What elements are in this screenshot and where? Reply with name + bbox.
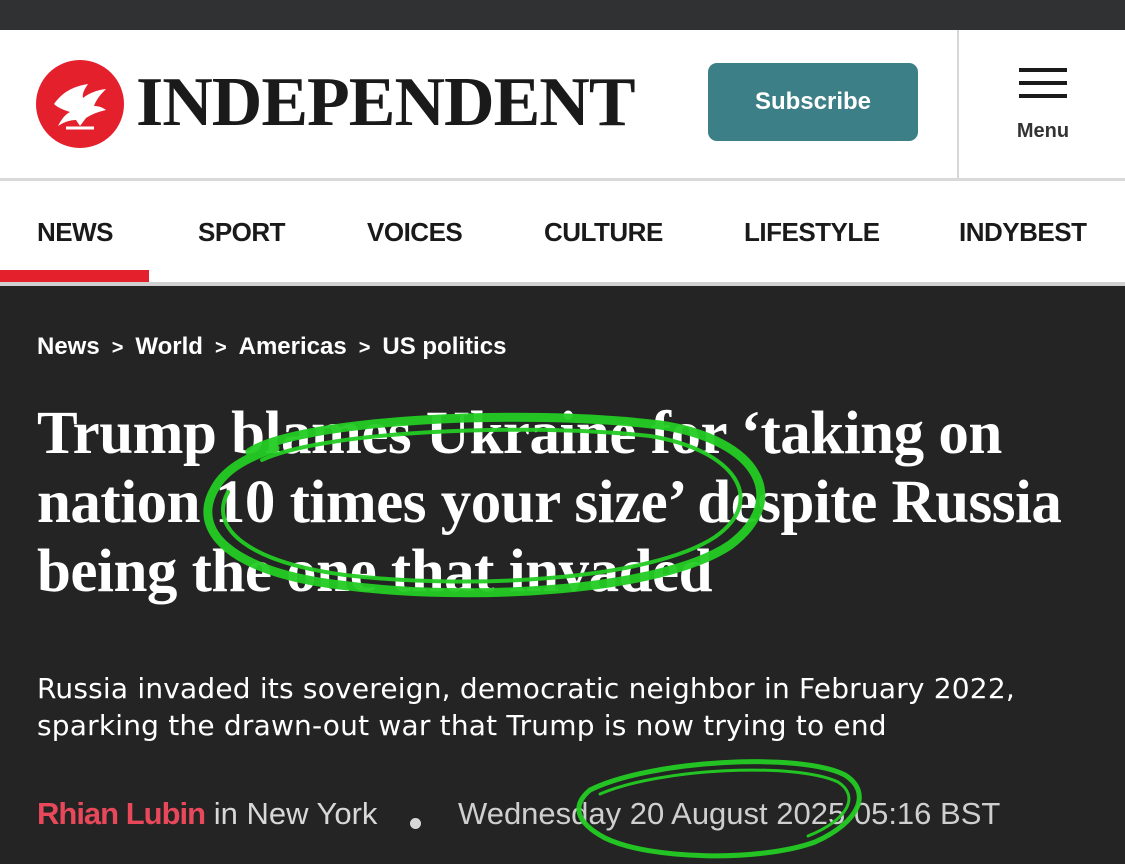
nav-active-indicator [0,270,149,282]
author-location: in New York [213,796,378,831]
section-nav: NEWS SPORT VOICES CULTURE LIFESTYLE INDY… [0,181,1125,282]
menu-label: Menu [1016,120,1070,142]
nav-item-news[interactable]: NEWS [37,217,114,248]
breadcrumb-americas[interactable]: Americas [239,333,347,360]
site-wordmark[interactable]: INDEPENDENT [136,68,636,138]
header-divider [957,30,959,178]
article-standfirst: Russia invaded its sovereign, democratic… [37,672,1015,742]
publish-date: Wednesday 20 August 2025 05:16 BST [458,796,1001,831]
menu-button[interactable]: Menu [990,66,1096,150]
author-link[interactable]: Rhian Lubin [37,796,206,831]
breadcrumb-separator: > [111,337,124,359]
subscribe-button[interactable]: Subscribe [708,63,918,141]
nav-item-culture[interactable]: CULTURE [544,217,663,248]
article-hero: News > World > Americas > US politics Trump bl… [0,286,1125,864]
nav-item-lifestyle[interactable]: LIFESTYLE [744,217,880,248]
breadcrumb-news[interactable]: News [37,333,100,360]
breadcrumb: News > World > Americas > US politics [37,333,506,361]
eagle-icon[interactable] [36,60,124,148]
nav-item-voices[interactable]: VOICES [367,217,463,248]
breadcrumb-separator: > [358,337,371,359]
article-byline: Rhian Lubin in New York Wednesday 20 Aug… [37,796,1000,836]
nav-item-indybest[interactable]: INDYBEST [959,217,1087,248]
site-header: INDEPENDENT Subscribe Menu [0,30,1125,178]
breadcrumb-us-politics[interactable]: US politics [382,333,506,360]
nav-item-sport[interactable]: SPORT [198,217,286,248]
byline-separator-dot [410,818,421,829]
breadcrumb-world[interactable]: World [135,333,203,360]
breadcrumb-separator: > [214,337,227,359]
top-status-strip [0,0,1125,30]
article-headline: Trump blames Ukraine for ‘taking on nati… [37,400,1062,605]
hamburger-icon [1019,68,1067,100]
